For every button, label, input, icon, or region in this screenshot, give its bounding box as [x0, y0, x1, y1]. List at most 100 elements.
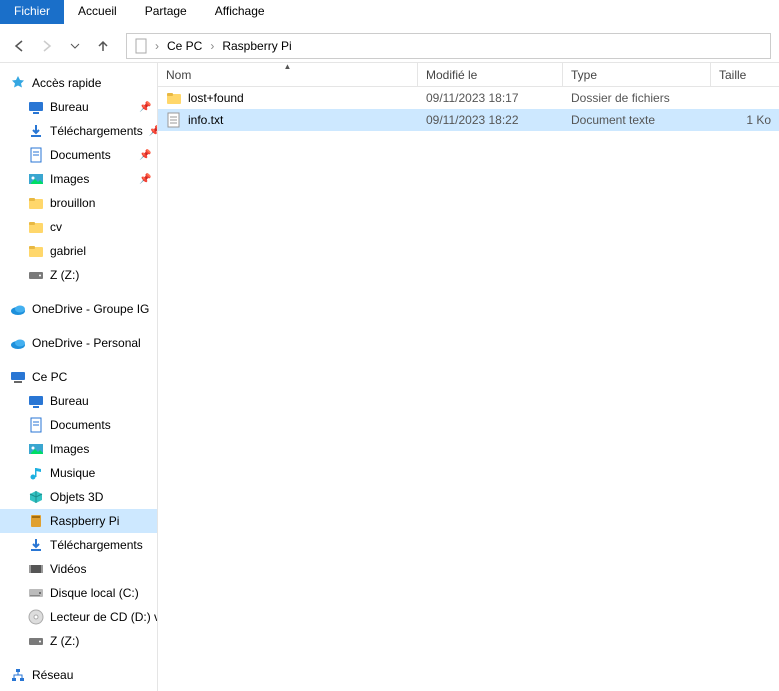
sidebar-item-label: Ce PC [32, 370, 67, 384]
column-header-date[interactable]: Modifié le [418, 63, 563, 86]
sidebar-item-label: Musique [50, 466, 95, 480]
sidebar-item-label: Bureau [50, 100, 89, 114]
sidebar-item[interactable]: Objets 3D [0, 485, 157, 509]
cell-type: Dossier de fichiers [563, 91, 711, 105]
column-header-type[interactable]: Type [563, 63, 711, 86]
menu-bar: FichierAccueilPartageAffichage [0, 0, 779, 24]
network-icon [10, 667, 26, 683]
objects3d-icon [28, 489, 44, 505]
sidebar: Accès rapide Bureau📌Téléchargements📌Docu… [0, 63, 158, 691]
pin-icon: 📌 [139, 102, 151, 113]
hdd-icon [28, 585, 44, 601]
sidebar-item[interactable]: Lecteur de CD (D:) v [0, 605, 157, 629]
sidebar-item-label: Réseau [32, 668, 73, 682]
cd-icon [28, 609, 44, 625]
folder-icon [166, 90, 182, 106]
breadcrumb-segment[interactable]: Ce PC [165, 39, 204, 53]
sidebar-item[interactable]: Musique [0, 461, 157, 485]
sidebar-item-label: Images [50, 172, 89, 186]
menu-item[interactable]: Partage [131, 0, 201, 24]
sidebar-item[interactable]: Disque local (C:) [0, 581, 157, 605]
sidebar-item-label: Vidéos [50, 562, 86, 576]
sidebar-item[interactable]: Téléchargements [0, 533, 157, 557]
sidebar-item-label: OneDrive - Groupe IG [32, 302, 149, 316]
column-header-name[interactable]: Nom ▲ [158, 63, 418, 86]
sidebar-item-label: Z (Z:) [50, 268, 79, 282]
column-header-label: Nom [166, 68, 191, 82]
pin-icon: 📌 [139, 174, 151, 185]
sidebar-item[interactable]: Images [0, 437, 157, 461]
picture-icon [28, 171, 44, 187]
sidebar-item-label: Raspberry Pi [50, 514, 119, 528]
folder-icon [28, 219, 44, 235]
sidebar-onedrive-personal[interactable]: OneDrive - Personal [0, 331, 157, 355]
chevron-right-icon: › [206, 39, 218, 53]
file-row[interactable]: info.txt 09/11/2023 18:22Document texte1 … [158, 109, 779, 131]
file-row[interactable]: lost+found 09/11/2023 18:17Dossier de fic… [158, 87, 779, 109]
sidebar-item[interactable]: Bureau 📌 [0, 95, 157, 119]
onedrive-icon [10, 335, 26, 351]
menu-item[interactable]: Affichage [201, 0, 279, 24]
sidebar-item[interactable]: Z (Z:) [0, 629, 157, 653]
sidebar-item-label: OneDrive - Personal [32, 336, 141, 350]
sidebar-item-label: Téléchargements [50, 538, 143, 552]
sidebar-this-pc[interactable]: Ce PC [0, 365, 157, 389]
nav-bar: › Ce PC › Raspberry Pi [0, 30, 779, 63]
document-icon [28, 417, 44, 433]
sidebar-item[interactable]: Z (Z:) [0, 263, 157, 287]
menu-item[interactable]: Fichier [0, 0, 64, 24]
pc-icon [10, 369, 26, 385]
sidebar-item[interactable]: cv [0, 215, 157, 239]
sidebar-item-label: Disque local (C:) [50, 586, 139, 600]
onedrive-icon [10, 301, 26, 317]
sidebar-item[interactable]: Documents [0, 413, 157, 437]
sidebar-item[interactable]: gabriel [0, 239, 157, 263]
txt-icon [166, 112, 182, 128]
music-icon [28, 465, 44, 481]
back-button[interactable] [8, 35, 30, 57]
sidebar-item[interactable]: Documents📌 [0, 143, 157, 167]
address-bar[interactable]: › Ce PC › Raspberry Pi [126, 33, 771, 59]
sidebar-item[interactable]: Téléchargements📌 [0, 119, 157, 143]
sidebar-item-label: Objets 3D [50, 490, 103, 504]
sidebar-item[interactable]: Raspberry Pi [0, 509, 157, 533]
download-icon [28, 537, 44, 553]
sidebar-item-label: brouillon [50, 196, 95, 210]
column-header-label: Taille [719, 68, 746, 82]
cell-type: Document texte [563, 113, 711, 127]
cell-size: 1 Ko [711, 113, 779, 127]
sidebar-item-label: cv [50, 220, 62, 234]
sidebar-network[interactable]: Réseau [0, 663, 157, 687]
sidebar-item-label: Documents [50, 418, 111, 432]
column-header-size[interactable]: Taille [711, 63, 779, 86]
drive-icon [28, 633, 44, 649]
document-icon [28, 147, 44, 163]
sidebar-onedrive-group[interactable]: OneDrive - Groupe IG [0, 297, 157, 321]
sidebar-item[interactable]: Vidéos [0, 557, 157, 581]
file-name-label: lost+found [188, 91, 244, 105]
up-button[interactable] [92, 35, 114, 57]
file-rows: lost+found 09/11/2023 18:17Dossier de fic… [158, 87, 779, 131]
folder-icon [28, 195, 44, 211]
sd-icon [28, 513, 44, 529]
column-header-label: Type [571, 68, 597, 82]
file-icon [133, 38, 149, 54]
sidebar-quick-access[interactable]: Accès rapide [0, 71, 157, 95]
picture-icon [28, 441, 44, 457]
menu-item[interactable]: Accueil [64, 0, 131, 24]
file-name-label: info.txt [188, 113, 223, 127]
sidebar-item[interactable]: brouillon [0, 191, 157, 215]
cell-date: 09/11/2023 18:17 [418, 91, 563, 105]
recent-dropdown-icon[interactable] [64, 35, 86, 57]
sidebar-item[interactable]: Images 📌 [0, 167, 157, 191]
video-icon [28, 561, 44, 577]
cell-name: info.txt [158, 112, 418, 128]
breadcrumb-segment[interactable]: Raspberry Pi [220, 39, 293, 53]
column-header-label: Modifié le [426, 68, 477, 82]
sidebar-item[interactable]: Bureau [0, 389, 157, 413]
cell-date: 09/11/2023 18:22 [418, 113, 563, 127]
sidebar-item-label: Images [50, 442, 89, 456]
sidebar-item-label: gabriel [50, 244, 86, 258]
sidebar-item-label: Lecteur de CD (D:) v [50, 610, 157, 624]
forward-button[interactable] [36, 35, 58, 57]
